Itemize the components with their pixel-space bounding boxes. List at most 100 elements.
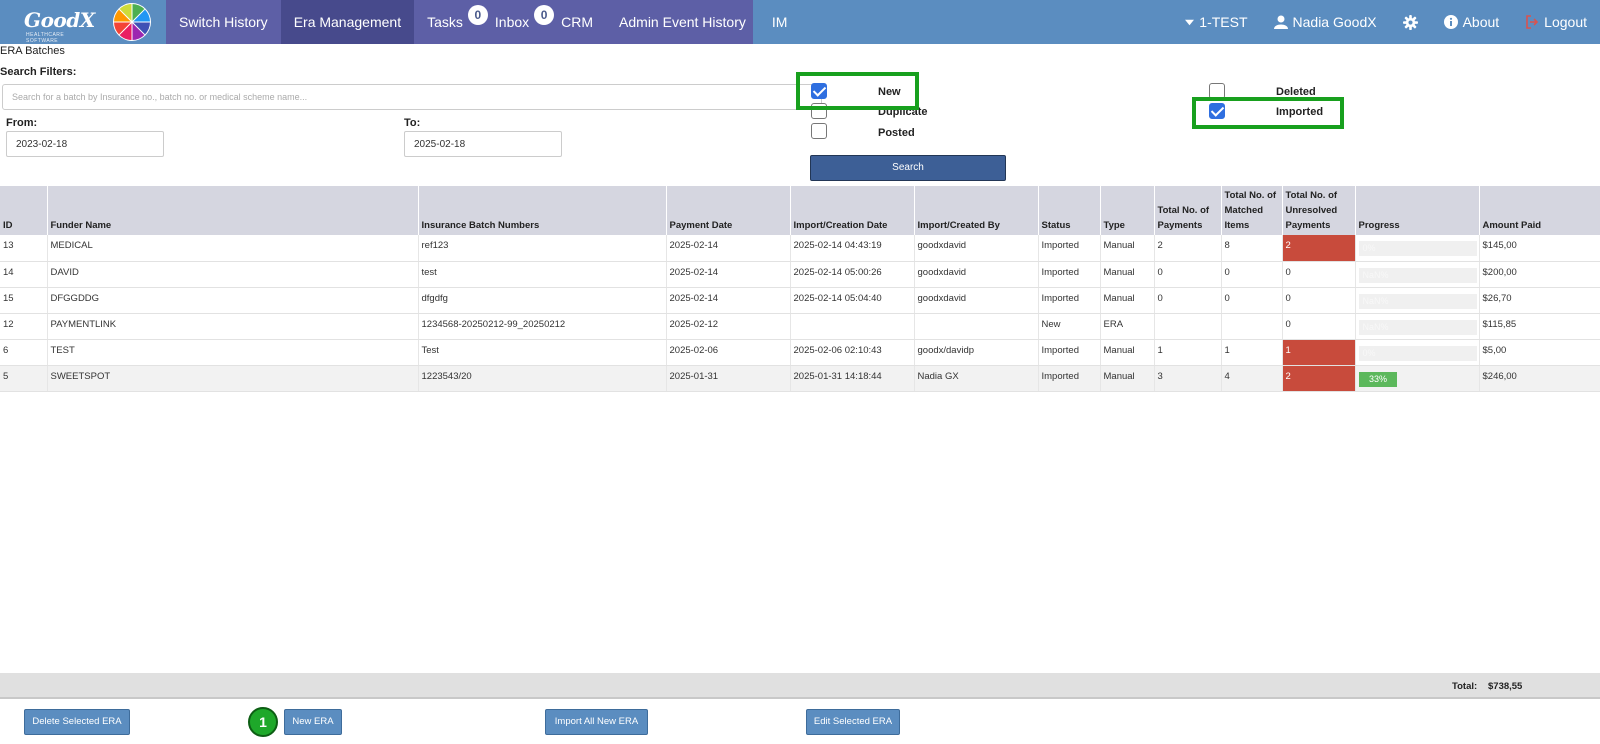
nav-admin-event-history[interactable]: Admin Event History [606,0,759,44]
col-status[interactable]: Status [1038,186,1101,235]
step-marker: 1 [248,707,278,737]
cell-status: Imported [1038,235,1101,262]
nav-switch-history[interactable]: Switch History [166,0,281,44]
cell-type: Manual [1100,261,1155,288]
nav-crm[interactable]: CRM [548,0,606,44]
page-title: ERA Batches [0,45,65,57]
cell-batch-number: test [418,261,667,288]
cell-progress: 0% [1355,235,1480,262]
table-header-row: ID Funder Name Insurance Batch Numbers P… [0,186,1600,235]
posted-label: Posted [878,127,915,139]
delete-selected-era-button[interactable]: Delete Selected ERA [24,709,130,735]
cell-total-payments: 0 [1154,261,1222,288]
col-id[interactable]: ID [0,186,48,235]
cell-created-by: goodx/davidp [914,339,1039,366]
batch-search-input[interactable] [2,84,822,110]
nav-inbox[interactable]: Inbox 0 [482,0,555,44]
cell-matched-items: 1 [1221,339,1283,366]
table-row[interactable]: 14 DAVID test 2025-02-14 2025-02-14 05:00:26… [0,261,1600,288]
cell-progress: NaN% [1355,261,1480,288]
cell-import-date: 2025-02-14 05:04:40 [790,287,915,314]
logout-link[interactable]: Logout [1512,14,1600,30]
cell-progress: NaN% [1355,313,1480,340]
cell-created-by: Nadia GX [914,365,1039,392]
table-row[interactable]: 5 SWEETSPOT 1223543/20 2025-01-31 2025-01-31… [0,365,1600,392]
table-row[interactable]: 15 DFGGDDG dfgdfg 2025-02-14 2025-02-14 05:0… [0,287,1600,314]
import-all-new-era-button[interactable]: Import All New ERA [545,709,648,735]
settings-button[interactable] [1390,14,1431,30]
cell-amount-paid: $115,85 [1479,313,1600,340]
cell-id: 14 [0,261,48,288]
table-row[interactable]: 6 TEST Test 2025-02-06 2025-02-06 02:10:43 go… [0,339,1600,366]
practice-dropdown[interactable]: 1-TEST [1172,14,1260,30]
progress-text: 0% [1362,347,1376,358]
cell-funder-name: SWEETSPOT [47,365,419,392]
table-row[interactable]: 13 MEDICAL ref123 2025-02-14 2025-02-14 04:4… [0,235,1600,262]
new-era-button[interactable]: New ERA [284,709,342,735]
col-import-date[interactable]: Import/Creation Date [790,186,915,235]
progress-fill: 33% [1358,371,1398,387]
cell-progress: 33% [1355,365,1480,392]
search-button[interactable]: Search [810,155,1006,181]
progress-bar: 0% [1358,345,1477,361]
col-unresolved-payments[interactable]: Total No. of Unresolved Payments [1282,186,1356,235]
posted-checkbox[interactable] [811,123,827,139]
from-date-label: From: [6,117,38,129]
cell-amount-paid: $246,00 [1479,365,1600,392]
cell-created-by [914,313,1039,340]
progress-text: NaN% [1362,269,1389,280]
nav-im[interactable]: IM [759,0,801,44]
cell-progress: 0% [1355,339,1480,366]
cell-import-date: 2025-02-14 05:00:26 [790,261,915,288]
new-highlight-box [796,72,919,110]
main-nav-menu: Switch History Era Management Tasks 0 Inb… [166,0,787,44]
goodx-logo[interactable]: GoodX HEALTHCARE SOFTWARE [20,2,98,44]
cell-payment-date: 2025-02-12 [666,313,791,340]
cell-type: Manual [1100,235,1155,262]
cell-funder-name: TEST [47,339,419,366]
col-created-by[interactable]: Import/Created By [914,186,1039,235]
to-date-input[interactable] [404,131,562,157]
cell-unresolved-payments: 2 [1282,365,1356,392]
col-progress[interactable]: Progress [1355,186,1480,235]
nav-label: IM [771,14,788,30]
era-batches-table: ID Funder Name Insurance Batch Numbers P… [0,186,1600,392]
cell-created-by: goodxdavid [914,235,1039,262]
top-navbar: GoodX HEALTHCARE SOFTWARE Switch History… [0,0,1600,44]
cell-status: Imported [1038,339,1101,366]
nav-era-management[interactable]: Era Management [280,0,415,44]
col-matched-items[interactable]: Total No. of Matched Items [1221,186,1283,235]
cell-type: ERA [1100,313,1155,340]
table-row[interactable]: 12 PAYMENTLINK 1234568-20250212-99_2025021… [0,313,1600,340]
about-link[interactable]: About [1431,14,1513,30]
progress-bar: NaN% [1358,293,1477,309]
cell-created-by: goodxdavid [914,287,1039,314]
cell-created-by: goodxdavid [914,261,1039,288]
cell-status: New [1038,313,1101,340]
nav-label: Era Management [293,14,402,30]
col-type[interactable]: Type [1100,186,1155,235]
cell-payment-date: 2025-01-31 [666,365,791,392]
cell-funder-name: MEDICAL [47,235,419,262]
edit-selected-era-button[interactable]: Edit Selected ERA [806,709,900,735]
cell-matched-items: 4 [1221,365,1283,392]
cell-type: Manual [1100,365,1155,392]
col-total-payments[interactable]: Total No. of Payments [1154,186,1222,235]
cell-unresolved-payments: 0 [1282,287,1356,314]
cell-payment-date: 2025-02-06 [666,339,791,366]
progress-bar: NaN% [1358,319,1477,335]
imported-highlight-box [1192,97,1344,129]
to-date-label: To: [404,117,421,129]
color-wheel-icon [113,3,151,41]
from-date-input[interactable] [6,131,164,157]
user-profile[interactable]: Nadia GoodX [1261,14,1390,30]
user-icon [1273,15,1288,29]
user-name: Nadia GoodX [1292,14,1377,30]
col-batch-numbers[interactable]: Insurance Batch Numbers [418,186,667,235]
col-funder-name[interactable]: Funder Name [47,186,419,235]
cell-batch-number: dfgdfg [418,287,667,314]
cell-amount-paid: $145,00 [1479,235,1600,262]
col-amount-paid[interactable]: Amount Paid [1479,186,1600,235]
col-payment-date[interactable]: Payment Date [666,186,791,235]
nav-tasks[interactable]: Tasks 0 [414,0,488,44]
